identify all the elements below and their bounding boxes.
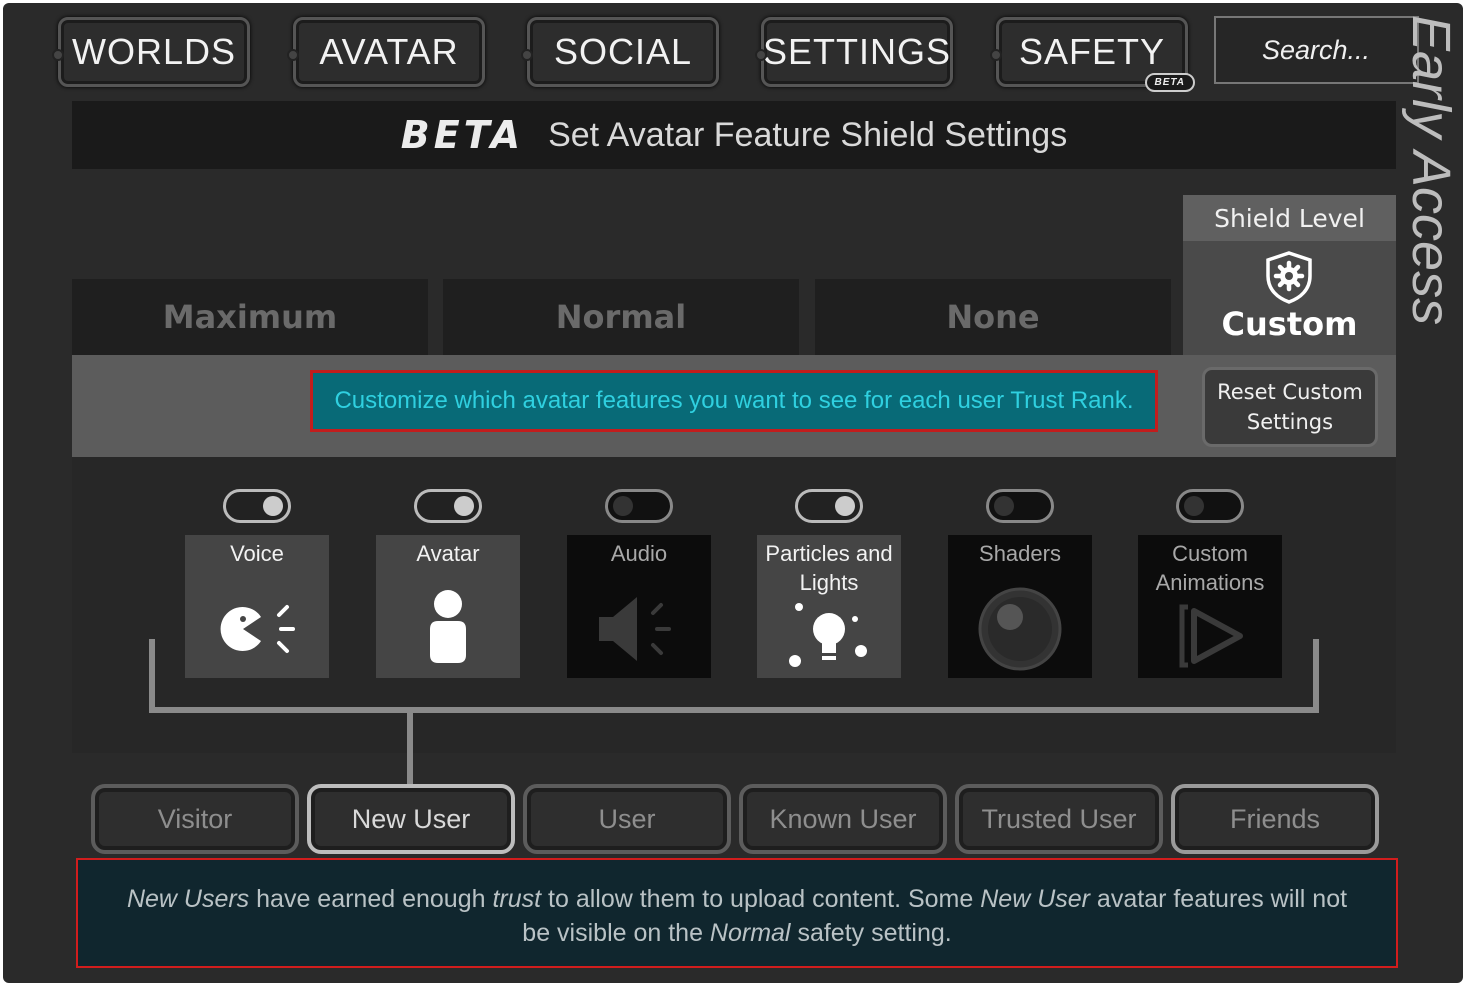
particles-lights-tile[interactable]: Particles and Lights: [757, 535, 901, 678]
voice-toggle[interactable]: [223, 489, 291, 523]
trust-rank-user-button[interactable]: User: [523, 784, 731, 854]
bracket-left: [149, 639, 155, 713]
toggle-knob: [1184, 496, 1204, 516]
nav-dot-icon: [287, 49, 299, 61]
custom-animations-tile[interactable]: Custom Animations: [1138, 535, 1282, 678]
feature-label: Voice: [230, 541, 284, 566]
bracket-bottom: [149, 707, 1319, 713]
voice-tile[interactable]: Voice: [185, 535, 329, 678]
particles-lights-toggle[interactable]: [795, 489, 863, 523]
nav-worlds-button[interactable]: WORLDS: [52, 17, 250, 87]
desc-normal: Normal: [709, 919, 791, 947]
nav-dot-icon: [52, 49, 64, 61]
desc-text: safety setting.: [790, 919, 952, 947]
desc-trust: trust: [492, 885, 542, 913]
safety-menu-window: WORLDS AVATAR SOCIAL SETTINGS SAFETY BET…: [3, 3, 1463, 983]
beta-badge: BETA: [1144, 73, 1195, 92]
shield-level-custom-tab[interactable]: Shield Level Custom: [1183, 195, 1396, 355]
nav-dot-icon: [755, 49, 767, 61]
desc-new-user: New User: [980, 885, 1090, 913]
trust-rank-description: New Users have earned enough trust to al…: [76, 858, 1398, 968]
nav-settings-button[interactable]: SETTINGS: [755, 17, 953, 87]
feature-label: Audio: [610, 541, 668, 566]
toggle-knob: [454, 496, 474, 516]
nav-safety-label: SAFETY: [1018, 31, 1166, 72]
shield-level-current: Custom: [1221, 305, 1358, 343]
trust-rank-known-user-button[interactable]: Known User: [739, 784, 947, 854]
nav-dot-icon: [990, 49, 1002, 61]
reset-custom-settings-button[interactable]: Reset Custom Settings: [1202, 367, 1378, 447]
nav-avatar-button[interactable]: AVATAR: [287, 17, 485, 87]
nav-dot-icon: [521, 49, 533, 61]
bracket-right: [1313, 639, 1319, 713]
early-access-label: Early Access: [1401, 15, 1461, 326]
page-title: Set Avatar Feature Shield Settings: [548, 115, 1068, 154]
trust-rank-friends-button[interactable]: Friends: [1171, 784, 1379, 854]
hint-text: Customize which avatar features you want…: [310, 370, 1158, 432]
lightbulb-icon: [789, 603, 867, 667]
nav-avatar-label: AVATAR: [319, 31, 459, 72]
feature-label: Avatar: [416, 541, 480, 566]
desc-text: have earned enough: [249, 885, 493, 913]
desc-text: to allow them to upload content. Some: [541, 885, 981, 913]
nav-settings-label: SETTINGS: [762, 31, 952, 72]
nav-social-button[interactable]: SOCIAL: [521, 17, 719, 87]
nav-worlds-label: WORLDS: [71, 31, 236, 72]
custom-animations-toggle[interactable]: [1176, 489, 1244, 523]
shaders-tile[interactable]: Shaders: [948, 535, 1092, 678]
bracket-connector: [407, 711, 413, 785]
avatar-person-icon: [430, 590, 466, 663]
avatar-toggle[interactable]: [414, 489, 482, 523]
trust-rank-visitor-button[interactable]: Visitor: [91, 784, 299, 854]
shield-level-none-tab[interactable]: None: [815, 279, 1171, 355]
shield-level-maximum-tab[interactable]: Maximum: [72, 279, 428, 355]
sphere-icon: [978, 587, 1062, 671]
header-beta-badge: BETA: [400, 113, 525, 157]
voice-icon: [220, 605, 295, 653]
shield-gear-icon: [1266, 251, 1312, 304]
speaker-icon: [599, 597, 671, 661]
avatar-tile[interactable]: Avatar: [376, 535, 520, 678]
trust-rank-new-user-button[interactable]: New User: [307, 784, 515, 854]
page-header: BETA Set Avatar Feature Shield Settings: [72, 101, 1396, 169]
audio-tile[interactable]: Audio: [567, 535, 711, 678]
toggle-knob: [613, 496, 633, 516]
desc-new-users: New Users: [126, 885, 250, 913]
toggle-knob: [835, 496, 855, 516]
feature-label: Shaders: [979, 541, 1061, 566]
trust-rank-trusted-user-button[interactable]: Trusted User: [955, 784, 1163, 854]
toggle-knob: [263, 496, 283, 516]
audio-toggle[interactable]: [605, 489, 673, 523]
play-animation-icon: [1179, 604, 1243, 668]
shaders-toggle[interactable]: [986, 489, 1054, 523]
shield-level-title: Shield Level: [1183, 195, 1396, 241]
shield-level-normal-tab[interactable]: Normal: [443, 279, 799, 355]
toggle-knob: [994, 496, 1014, 516]
nav-safety-button[interactable]: SAFETY BETA: [990, 17, 1195, 92]
nav-social-label: SOCIAL: [553, 31, 693, 72]
search-input[interactable]: Search...: [1214, 16, 1419, 84]
